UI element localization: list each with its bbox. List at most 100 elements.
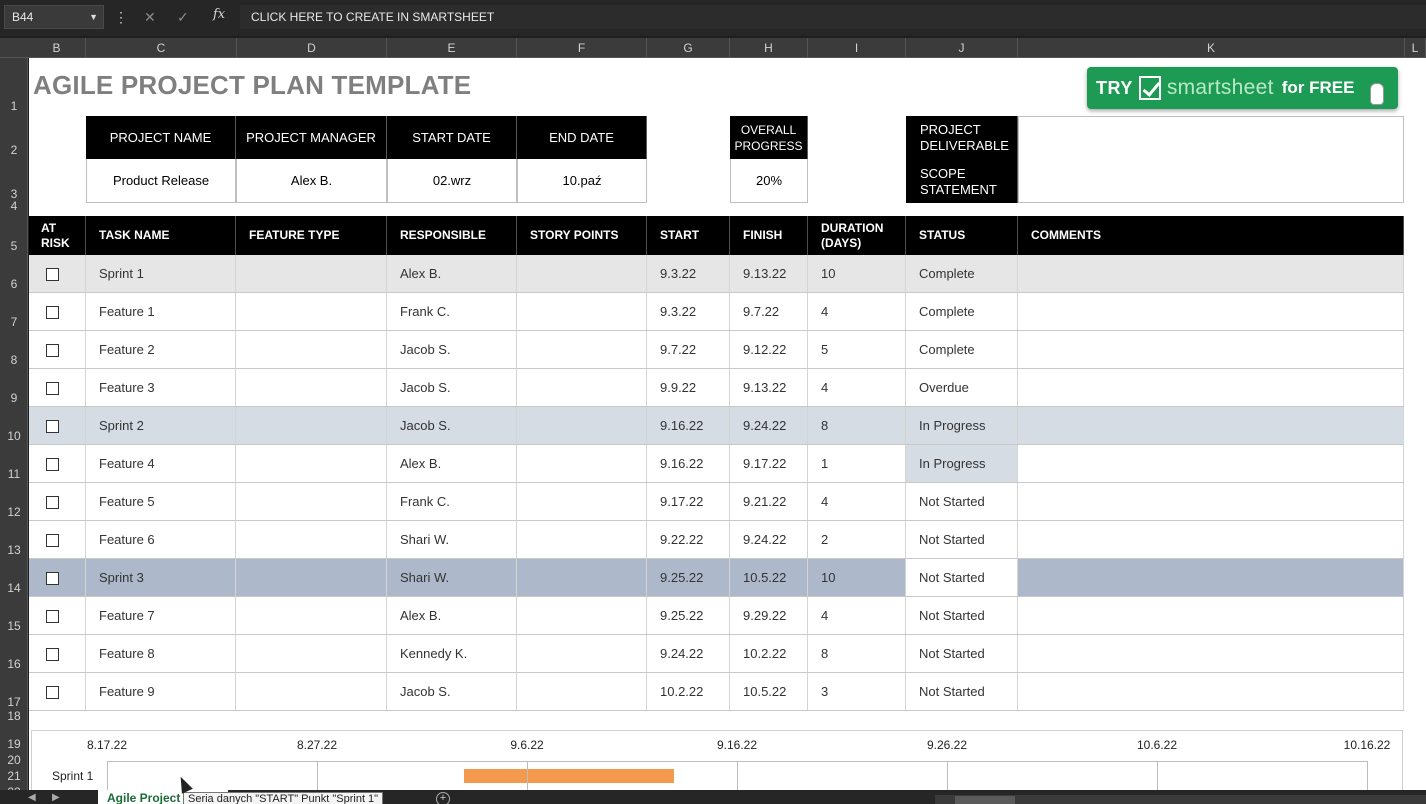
at-risk-checkbox[interactable] [46,458,59,471]
finish-cell[interactable]: 9.7.22 [730,293,808,330]
column-header-c[interactable]: C [86,38,237,58]
at-risk-cell[interactable] [29,521,86,558]
status-cell[interactable]: Complete [906,331,1018,368]
row-header-21[interactable]: 21 [0,770,28,782]
duration-cell[interactable]: 4 [808,597,906,634]
story-points-cell[interactable] [517,407,647,444]
status-cell[interactable]: Not Started [906,635,1018,672]
feature-type-cell[interactable] [236,331,387,368]
row-header-15[interactable]: 15 [0,620,28,632]
task-name-cell[interactable]: Feature 2 [86,331,236,368]
story-points-cell[interactable] [517,255,647,292]
row-header-1[interactable]: 1 [0,100,28,112]
column-header-h[interactable]: H [730,38,808,58]
start-cell[interactable]: 9.22.22 [647,521,730,558]
responsible-cell[interactable]: Jacob S. [387,369,517,406]
finish-cell[interactable]: 9.12.22 [730,331,808,368]
start-cell[interactable]: 9.3.22 [647,293,730,330]
duration-cell[interactable]: 5 [808,331,906,368]
finish-cell[interactable]: 9.13.22 [730,255,808,292]
comments-cell[interactable] [1018,331,1404,368]
at-risk-checkbox[interactable] [46,306,59,319]
at-risk-cell[interactable] [29,483,86,520]
story-points-cell[interactable] [517,445,647,482]
responsible-cell[interactable]: Jacob S. [387,407,517,444]
feature-type-cell[interactable] [236,521,387,558]
row-header-19[interactable]: 19 [0,738,28,750]
story-points-cell[interactable] [517,673,647,710]
column-header-d[interactable]: D [237,38,387,58]
finish-cell[interactable]: 9.13.22 [730,369,808,406]
story-points-cell[interactable] [517,635,647,672]
status-cell[interactable]: Not Started [906,521,1018,558]
status-cell[interactable]: Overdue [906,369,1018,406]
row-header-14[interactable]: 14 [0,582,28,594]
story-points-cell[interactable] [517,597,647,634]
column-header-f[interactable]: F [517,38,647,58]
row-header-4[interactable]: 4 [0,200,28,212]
feature-type-cell[interactable] [236,255,387,292]
gantt-chart[interactable]: Sprint 1 8.17.22 8.27.22 9.6.22 9.16.22 9.26… [31,730,1403,790]
story-points-cell[interactable] [517,521,647,558]
duration-cell[interactable]: 4 [808,483,906,520]
row-header-7[interactable]: 7 [0,316,28,328]
task-name-cell[interactable]: Feature 6 [86,521,236,558]
responsible-cell[interactable]: Alex B. [387,597,517,634]
column-header-e[interactable]: E [387,38,517,58]
overall-progress-value[interactable]: 20% [730,159,808,203]
row-header-12[interactable]: 12 [0,506,28,518]
feature-type-cell[interactable] [236,635,387,672]
at-risk-checkbox[interactable] [46,572,59,585]
start-cell[interactable]: 9.24.22 [647,635,730,672]
responsible-cell[interactable]: Jacob S. [387,331,517,368]
row-header-6[interactable]: 6 [0,278,28,290]
story-points-cell[interactable] [517,369,647,406]
feature-type-cell[interactable] [236,445,387,482]
at-risk-checkbox[interactable] [46,496,59,509]
at-risk-cell[interactable] [29,445,86,482]
column-header-j[interactable]: J [906,38,1018,58]
duration-cell[interactable]: 4 [808,293,906,330]
start-cell[interactable]: 9.16.22 [647,445,730,482]
duration-cell[interactable]: 1 [808,445,906,482]
comments-cell[interactable] [1018,369,1404,406]
duration-cell[interactable]: 10 [808,255,906,292]
feature-type-cell[interactable] [236,407,387,444]
task-name-cell[interactable]: Feature 8 [86,635,236,672]
at-risk-checkbox[interactable] [46,382,59,395]
status-cell[interactable]: Complete [906,255,1018,292]
row-header-8[interactable]: 8 [0,354,28,366]
start-cell[interactable]: 9.25.22 [647,559,730,596]
status-cell[interactable]: Not Started [906,673,1018,710]
start-cell[interactable]: 9.17.22 [647,483,730,520]
story-points-cell[interactable] [517,331,647,368]
at-risk-cell[interactable] [29,597,86,634]
comments-cell[interactable] [1018,559,1404,596]
responsible-cell[interactable]: Frank C. [387,483,517,520]
project-manager-value[interactable]: Alex B. [236,159,387,203]
finish-cell[interactable]: 10.5.22 [730,673,808,710]
duration-cell[interactable]: 10 [808,559,906,596]
responsible-cell[interactable]: Jacob S. [387,673,517,710]
task-name-cell[interactable]: Feature 1 [86,293,236,330]
gantt-bar-sprint-1[interactable] [464,769,674,783]
task-name-cell[interactable]: Feature 7 [86,597,236,634]
at-risk-cell[interactable] [29,407,86,444]
status-cell[interactable]: Not Started [906,597,1018,634]
status-cell[interactable]: In Progress [906,445,1018,482]
try-smartsheet-button[interactable]: TRY smartsheet for FREE [1087,67,1398,109]
function-icon[interactable]: fx [213,7,225,22]
more-options-icon[interactable]: ⋮ [114,7,128,27]
comments-cell[interactable] [1018,597,1404,634]
finish-cell[interactable]: 10.5.22 [730,559,808,596]
story-points-cell[interactable] [517,483,647,520]
duration-cell[interactable]: 2 [808,521,906,558]
comments-cell[interactable] [1018,255,1404,292]
duration-cell[interactable]: 4 [808,369,906,406]
finish-cell[interactable]: 9.24.22 [730,407,808,444]
at-risk-checkbox[interactable] [46,344,59,357]
task-name-cell[interactable]: Feature 5 [86,483,236,520]
feature-type-cell[interactable] [236,559,387,596]
scrollbar-thumb[interactable] [955,796,1015,804]
start-cell[interactable]: 9.25.22 [647,597,730,634]
